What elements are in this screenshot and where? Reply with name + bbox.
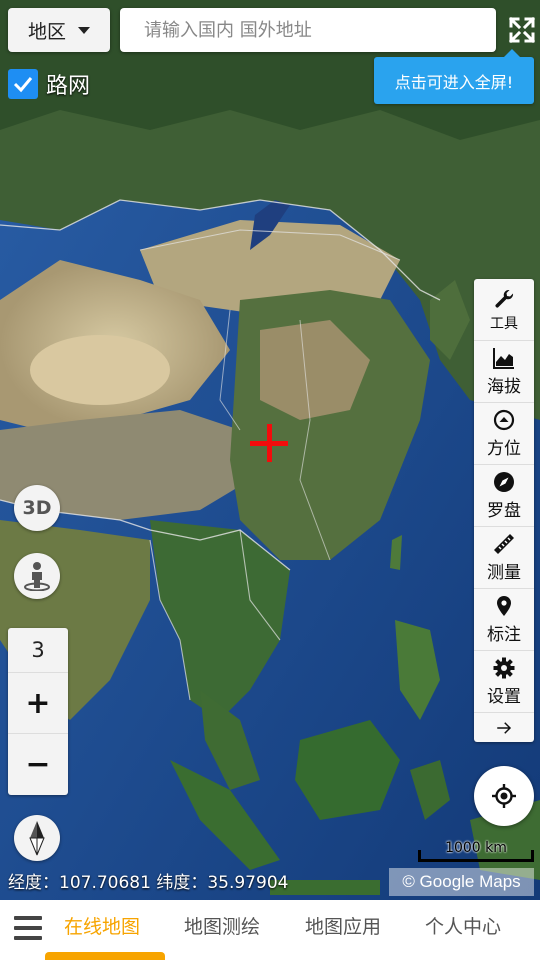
north-arrow-icon bbox=[29, 821, 45, 856]
roads-checkbox[interactable] bbox=[8, 69, 38, 99]
tab-map-apps[interactable]: 地图应用 bbox=[305, 912, 381, 939]
arrow-right-icon bbox=[497, 721, 512, 734]
zoom-in-button[interactable]: + bbox=[8, 673, 68, 734]
check-icon bbox=[13, 77, 33, 93]
street-view-button[interactable] bbox=[14, 553, 60, 599]
menu-icon[interactable] bbox=[14, 916, 42, 940]
ruler-icon bbox=[494, 534, 514, 554]
3d-view-button[interactable]: 3D bbox=[14, 485, 60, 531]
elevation-chart-icon bbox=[493, 348, 514, 369]
map-pin-icon bbox=[497, 596, 511, 616]
caret-down-icon bbox=[78, 26, 90, 34]
pegman-icon bbox=[24, 562, 50, 591]
roads-toggle[interactable]: 路网 bbox=[8, 68, 90, 100]
north-compass-button[interactable] bbox=[14, 815, 60, 861]
tab-map-survey[interactable]: 地图测绘 bbox=[184, 912, 260, 939]
tool-compass[interactable]: 罗盘 bbox=[474, 465, 534, 527]
tool-compass-label: 罗盘 bbox=[487, 501, 521, 521]
region-label: 地区 bbox=[27, 20, 66, 43]
scale-label: 1000 km bbox=[445, 840, 507, 856]
locate-icon bbox=[492, 784, 516, 808]
zoom-control: 3 + − bbox=[8, 628, 68, 795]
tool-settings[interactable]: 设置 bbox=[474, 651, 534, 713]
tool-measure-label: 测量 bbox=[487, 563, 521, 583]
scale-bar: 1000 km bbox=[418, 836, 534, 862]
collapse-toolbar-button[interactable] bbox=[474, 713, 534, 742]
bottom-navigation: 在线地图 地图测绘 地图应用 个人中心 bbox=[0, 900, 540, 960]
zoom-out-button[interactable]: − bbox=[8, 734, 68, 795]
tab-user-center[interactable]: 个人中心 bbox=[425, 912, 501, 939]
tool-mark[interactable]: 标注 bbox=[474, 589, 534, 651]
map-center-crosshair bbox=[250, 424, 288, 462]
tool-settings-label: 设置 bbox=[487, 687, 521, 707]
tool-mark-label: 标注 bbox=[487, 625, 521, 645]
tool-elevation[interactable]: 海拔 bbox=[474, 341, 534, 403]
coordinates-readout: 经度：107.70681 纬度：35.97904 bbox=[8, 873, 289, 893]
fullscreen-tooltip[interactable]: 点击可进入全屏! bbox=[374, 49, 534, 104]
tool-panel: 工具 海拔 方位 罗盘 测量 标注 设置 bbox=[474, 279, 534, 742]
tab-online-map[interactable]: 在线地图 bbox=[64, 912, 140, 939]
tool-measure[interactable]: 测量 bbox=[474, 527, 534, 589]
fullscreen-icon[interactable] bbox=[508, 16, 536, 44]
compass-icon bbox=[494, 472, 514, 492]
tool-elevation-label: 海拔 bbox=[487, 377, 521, 397]
tool-direction-label: 方位 bbox=[487, 439, 521, 459]
active-tab-indicator bbox=[45, 952, 165, 960]
region-selector[interactable]: 地区 bbox=[8, 8, 110, 52]
wrench-icon bbox=[495, 289, 514, 308]
map-attribution[interactable]: © Google Maps bbox=[389, 868, 534, 896]
tool-tools-label: 工具 bbox=[490, 315, 518, 332]
my-location-button[interactable] bbox=[474, 766, 534, 826]
direction-icon bbox=[493, 409, 515, 431]
gear-icon bbox=[493, 657, 515, 679]
address-search-input[interactable] bbox=[120, 8, 496, 52]
tool-tools[interactable]: 工具 bbox=[474, 279, 534, 341]
roads-label: 路网 bbox=[46, 74, 91, 99]
zoom-level: 3 bbox=[8, 628, 68, 673]
tool-direction[interactable]: 方位 bbox=[474, 403, 534, 465]
